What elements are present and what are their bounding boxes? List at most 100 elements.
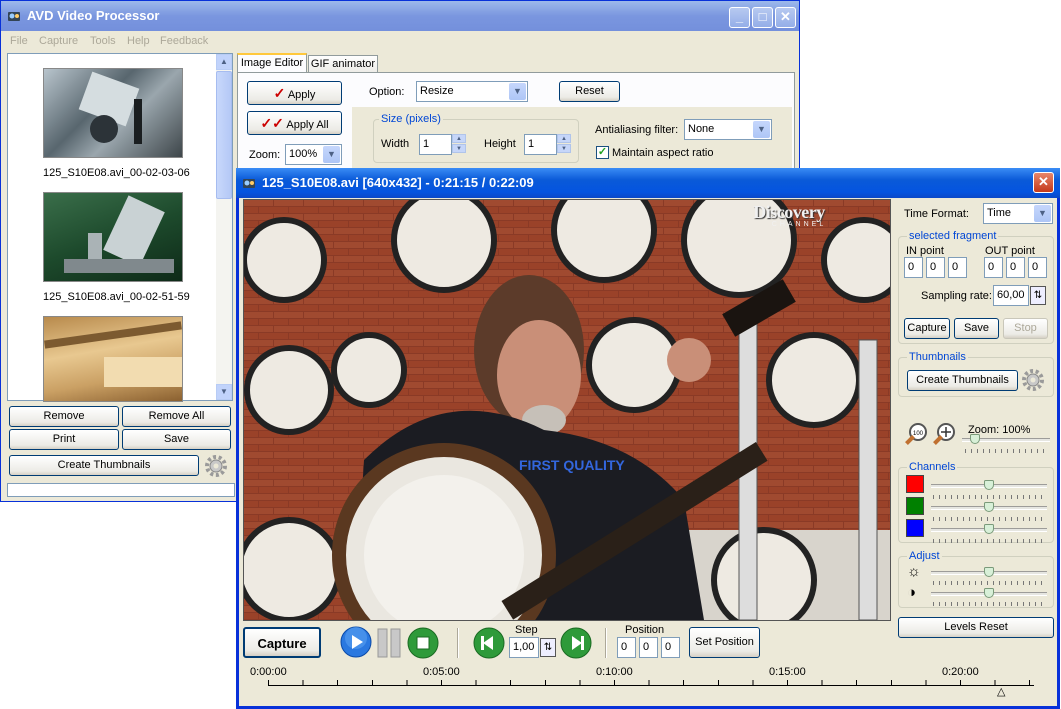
fragment-save-button[interactable]: Save [954, 318, 999, 339]
player-title: 125_S10E08.avi [640x432] - 0:21:15 / 0:2… [262, 175, 534, 190]
play-icon[interactable] [340, 626, 372, 658]
step-field[interactable]: 1,00 [509, 637, 539, 658]
tab-gif-animator[interactable]: GIF animator [308, 55, 378, 73]
adjust-group-label: Adjust [907, 550, 942, 562]
maximize-button[interactable]: □ [752, 7, 773, 28]
maintain-aspect-checkbox[interactable]: ✓ [596, 146, 609, 159]
in-point-minutes[interactable]: 0 [926, 257, 945, 278]
width-spinner[interactable]: ▲ ▼ [452, 134, 466, 153]
scroll-down-button[interactable]: ▼ [216, 384, 232, 400]
antialiasing-label: Antialiasing filter: [595, 124, 679, 136]
tab-image-editor-label: Image Editor [240, 57, 304, 69]
tab-panel: ✓ Apply ✓✓ Apply All Zoom: 100% ▼ Option:… [237, 72, 795, 172]
zoom-slider-thumb[interactable] [969, 434, 980, 444]
thumbnail-scrollbar[interactable]: ▲ ▼ [216, 54, 232, 400]
spin-down-icon[interactable]: ▼ [452, 144, 466, 153]
antialiasing-select[interactable]: None ▼ [684, 119, 772, 140]
fragment-capture-button[interactable]: Capture [904, 318, 950, 339]
red-channel-thumb[interactable] [984, 480, 994, 490]
levels-reset-button[interactable]: Levels Reset [898, 617, 1054, 638]
timeline-position-marker[interactable]: △ [997, 685, 1005, 698]
apply-button-label: Apply [287, 89, 316, 101]
close-button[interactable]: ✕ [1033, 172, 1054, 193]
remove-button[interactable]: Remove [9, 406, 119, 427]
zoom-select[interactable]: 100% ▼ [285, 144, 342, 165]
spin-up-icon[interactable]: ▲ [452, 134, 466, 143]
blue-channel-thumb[interactable] [984, 524, 994, 534]
height-spinner[interactable]: ▲ ▼ [557, 134, 571, 153]
in-point-hours[interactable]: 0 [904, 257, 923, 278]
main-titlebar[interactable]: AVD Video Processor _ □ ✕ [1, 1, 799, 31]
height-field[interactable]: 1 [524, 134, 557, 155]
video-frame[interactable]: FIRST QUALITY Discovery CHANNEL [243, 199, 891, 621]
reset-button[interactable]: Reset [559, 81, 620, 102]
timeline-track[interactable] [268, 685, 1034, 686]
time-format-value: Time [987, 207, 1012, 219]
timeline-ticks [268, 680, 1034, 685]
status-bar [7, 483, 235, 497]
position-seconds[interactable]: 0 [661, 637, 680, 658]
menu-tools[interactable]: Tools [90, 35, 116, 47]
gear-icon[interactable] [204, 454, 228, 478]
step-spin-icon[interactable]: ⇅ [540, 638, 556, 657]
height-label: Height [484, 138, 516, 150]
print-button[interactable]: Print [9, 429, 119, 450]
pause-icon[interactable] [376, 628, 404, 658]
spin-up-icon[interactable]: ▲ [557, 134, 571, 143]
time-format-select[interactable]: Time ▼ [983, 203, 1053, 224]
contrast-thumb[interactable] [984, 588, 994, 598]
zoom-100-icon[interactable]: 100 [903, 422, 929, 448]
out-point-seconds[interactable]: 0 [1028, 257, 1047, 278]
step-forward-icon[interactable] [560, 627, 592, 659]
scroll-thumb[interactable] [216, 71, 232, 199]
position-hours[interactable]: 0 [617, 637, 636, 658]
brightness-thumb[interactable] [984, 567, 994, 577]
fragment-stop-button[interactable]: Stop [1003, 318, 1048, 339]
antialiasing-select-value: None [688, 123, 715, 135]
close-button[interactable]: ✕ [775, 7, 796, 28]
minimize-button[interactable]: _ [729, 7, 750, 28]
save-button[interactable]: Save [122, 429, 231, 450]
thumbnail-1[interactable] [43, 68, 183, 158]
green-channel-thumb[interactable] [984, 502, 994, 512]
player-titlebar[interactable]: 125_S10E08.avi [640x432] - 0:21:15 / 0:2… [236, 168, 1060, 198]
discovery-logo: Discovery CHANNEL [744, 202, 834, 242]
contrast-icon: ◑ [907, 584, 917, 601]
width-field[interactable]: 1 [419, 134, 452, 155]
out-point-minutes[interactable]: 0 [1006, 257, 1025, 278]
thumbnail-2[interactable] [43, 192, 183, 282]
thumbnail-3[interactable] [43, 316, 183, 402]
position-minutes[interactable]: 0 [639, 637, 658, 658]
apply-button[interactable]: ✓ Apply [247, 81, 342, 105]
chevron-down-icon: ▼ [509, 83, 526, 100]
tab-image-editor[interactable]: Image Editor [237, 53, 307, 73]
menu-file[interactable]: File [10, 35, 28, 47]
menu-help[interactable]: Help [127, 35, 150, 47]
step-back-icon[interactable] [473, 627, 505, 659]
capture-button[interactable]: Capture [243, 627, 321, 658]
checkmark-icon: ✓ [273, 85, 286, 101]
create-thumbnails-button[interactable]: Create Thumbnails [9, 455, 199, 476]
menu-capture[interactable]: Capture [39, 35, 78, 47]
zoom-fit-icon[interactable] [931, 422, 957, 448]
create-thumbnails-button[interactable]: Create Thumbnails [907, 370, 1018, 391]
stop-icon[interactable] [407, 627, 439, 659]
sampling-rate-field[interactable]: 60,00 [993, 285, 1029, 306]
scroll-up-button[interactable]: ▲ [216, 54, 232, 70]
menu-feedback[interactable]: Feedback [160, 35, 208, 47]
controls-divider [457, 628, 459, 658]
option-select[interactable]: Resize ▼ [416, 81, 528, 102]
maintain-aspect-label: Maintain aspect ratio [612, 147, 714, 159]
thumbnail-list[interactable]: 125_S10E08.avi_00-02-03-06 125_S10E08.av… [7, 53, 233, 402]
set-position-button[interactable]: Set Position [689, 627, 760, 658]
in-point-seconds[interactable]: 0 [948, 257, 967, 278]
selected-fragment-label: selected fragment [907, 230, 999, 242]
red-channel-ticks [933, 495, 1045, 499]
remove-all-button[interactable]: Remove All [122, 406, 231, 427]
gear-icon[interactable] [1021, 368, 1045, 392]
sampling-rate-spin-icon[interactable]: ⇅ [1030, 286, 1046, 305]
thumbnail-2-image [64, 195, 174, 273]
spin-down-icon[interactable]: ▼ [557, 144, 571, 153]
apply-all-button[interactable]: ✓✓ Apply All [247, 111, 342, 135]
out-point-hours[interactable]: 0 [984, 257, 1003, 278]
